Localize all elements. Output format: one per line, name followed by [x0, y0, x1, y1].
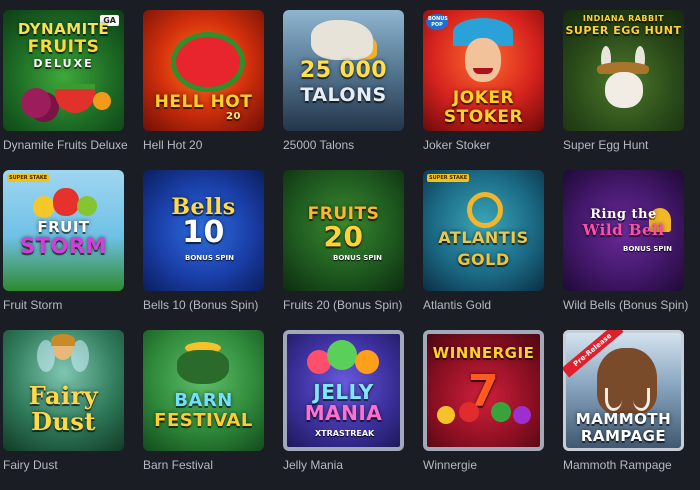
- game-art-title: BARN: [174, 390, 233, 411]
- fairy-icon: [37, 334, 89, 384]
- jelly-icon: [307, 340, 381, 378]
- game-tile[interactable]: SUPER STAKE ATLANTIS GOLD Atlantis Gold: [423, 170, 546, 312]
- game-art-subtitle: Wild Bell: [582, 221, 665, 239]
- feature-badge: SUPER STAKE: [7, 174, 50, 182]
- game-tile[interactable]: BONUS POP JOKER STOKER Joker Stoker: [423, 10, 546, 152]
- feature-badge: SUPER STAKE: [427, 174, 470, 182]
- game-art-subtitle: SUPER EGG HUNT: [565, 24, 682, 37]
- watermelon-icon: [171, 32, 245, 92]
- game-title[interactable]: Fairy Dust: [3, 458, 126, 472]
- game-tile[interactable]: Pre-Release MAMMOTH RAMPAGE Mammoth Ramp…: [563, 330, 686, 472]
- game-art-subtitle: STORM: [20, 234, 107, 258]
- fruits-icon: [437, 400, 531, 428]
- ring-icon: [467, 192, 503, 228]
- game-thumbnail[interactable]: Bells 10 BONUS SPIN: [143, 170, 264, 291]
- game-title[interactable]: Barn Festival: [143, 458, 266, 472]
- bonus-spin-label: BONUS SPIN: [185, 254, 234, 262]
- game-title[interactable]: Super Egg Hunt: [563, 138, 686, 152]
- game-art-title: WINNERGIE: [432, 344, 535, 362]
- game-title[interactable]: Hell Hot 20: [143, 138, 266, 152]
- game-art-title: HELL HOT: [154, 92, 253, 112]
- bonus-spin-label: BONUS SPIN: [623, 245, 672, 253]
- game-grid: GA DYNAMITE FRUITS DELUXE Dynamite Fruit…: [0, 0, 700, 490]
- game-title[interactable]: Bells 10 (Bonus Spin): [143, 298, 266, 312]
- fruits-icon: [13, 78, 113, 123]
- game-art-subtitle: DELUXE: [33, 57, 94, 70]
- game-tile[interactable]: 25 000 TALONS 25000 Talons: [283, 10, 406, 152]
- game-tile[interactable]: INDIANA RABBIT SUPER EGG HUNT Super Egg …: [563, 10, 686, 152]
- game-tile[interactable]: SUPER STAKE FRUIT STORM Fruit Storm: [3, 170, 126, 312]
- game-art-title: 25 000: [299, 58, 388, 83]
- game-title[interactable]: Fruits 20 (Bonus Spin): [283, 298, 406, 312]
- game-thumbnail[interactable]: 25 000 TALONS: [283, 10, 404, 131]
- game-art-title: INDIANA RABBIT: [582, 14, 665, 23]
- game-tile[interactable]: FRUITS 20 BONUS SPIN Fruits 20 (Bonus Sp…: [283, 170, 406, 312]
- xtrastreak-label: XTRASTREAK: [315, 429, 375, 438]
- game-thumbnail[interactable]: BONUS POP JOKER STOKER: [423, 10, 544, 131]
- game-art-subtitle: 10: [182, 215, 225, 250]
- game-thumbnail[interactable]: FRUITS 20 BONUS SPIN: [283, 170, 404, 291]
- game-tile[interactable]: BARN FESTIVAL Barn Festival: [143, 330, 266, 472]
- game-tile[interactable]: HELL HOT 20 Hell Hot 20: [143, 10, 266, 152]
- game-art-title: Ring the: [590, 207, 657, 222]
- rabbit-icon: [595, 46, 653, 124]
- game-thumbnail[interactable]: SUPER STAKE ATLANTIS GOLD: [423, 170, 544, 291]
- game-tile[interactable]: Bells 10 BONUS SPIN Bells 10 (Bonus Spin…: [143, 170, 266, 312]
- game-art-title: FRUIT: [37, 218, 90, 236]
- game-tile[interactable]: GA DYNAMITE FRUITS DELUXE Dynamite Fruit…: [3, 10, 128, 152]
- game-tile[interactable]: Ring the Wild Bell BONUS SPIN Wild Bells…: [563, 170, 688, 312]
- game-title[interactable]: Fruit Storm: [3, 298, 126, 312]
- game-tile[interactable]: WINNERGIE 7 Winnergie: [423, 330, 546, 472]
- game-title[interactable]: Winnergie: [423, 458, 546, 472]
- game-art-title: DYNAMITE: [17, 20, 110, 38]
- game-tile[interactable]: JELLY MANIA XTRASTREAK Jelly Mania: [283, 330, 406, 472]
- game-art-subtitle: Dust: [31, 407, 96, 436]
- game-art-subtitle: MANIA: [304, 401, 383, 425]
- game-art-subtitle: GOLD: [457, 250, 510, 269]
- game-art-subtitle: FESTIVAL: [154, 410, 253, 431]
- feature-badge: BONUS POP: [426, 14, 448, 30]
- game-art-subtitle: 20: [226, 111, 241, 122]
- bonus-spin-label: BONUS SPIN: [333, 254, 382, 262]
- game-thumbnail[interactable]: INDIANA RABBIT SUPER EGG HUNT: [563, 10, 684, 131]
- game-thumbnail[interactable]: BARN FESTIVAL: [143, 330, 264, 451]
- joker-icon: [453, 18, 513, 88]
- fruits-icon: [33, 188, 97, 220]
- game-art-subtitle: TALONS: [300, 84, 387, 106]
- game-art-subtitle: 20: [323, 220, 364, 253]
- game-art-subtitle: RAMPAGE: [580, 427, 667, 445]
- game-title[interactable]: Dynamite Fruits Deluxe: [3, 138, 128, 152]
- game-title[interactable]: Atlantis Gold: [423, 298, 546, 312]
- eagle-icon: [311, 20, 373, 60]
- game-art-title: FRUITS: [27, 37, 100, 57]
- game-thumbnail[interactable]: Fairy Dust: [3, 330, 124, 451]
- game-thumbnail[interactable]: HELL HOT 20: [143, 10, 264, 131]
- game-art-title: JELLY: [313, 380, 374, 404]
- game-thumbnail[interactable]: JELLY MANIA XTRASTREAK: [283, 330, 404, 451]
- game-thumbnail[interactable]: WINNERGIE 7: [423, 330, 544, 451]
- game-tile[interactable]: Fairy Dust Fairy Dust: [3, 330, 126, 472]
- game-title[interactable]: Jelly Mania: [283, 458, 406, 472]
- game-art-title: MAMMOTH: [575, 410, 672, 428]
- game-art-title: JOKER: [452, 88, 515, 108]
- game-art-title: ATLANTIS: [438, 228, 529, 247]
- game-title[interactable]: Wild Bells (Bonus Spin): [563, 298, 688, 312]
- game-art-title: Fairy: [28, 381, 99, 410]
- game-art-subtitle: STOKER: [443, 107, 524, 127]
- game-thumbnail[interactable]: SUPER STAKE FRUIT STORM: [3, 170, 124, 291]
- game-title[interactable]: 25000 Talons: [283, 138, 406, 152]
- game-thumbnail[interactable]: Ring the Wild Bell BONUS SPIN: [563, 170, 684, 291]
- pot-of-gold-icon: [175, 342, 231, 386]
- mammoth-icon: [597, 348, 657, 414]
- game-thumbnail[interactable]: Pre-Release MAMMOTH RAMPAGE: [563, 330, 684, 451]
- game-thumbnail[interactable]: GA DYNAMITE FRUITS DELUXE: [3, 10, 124, 131]
- game-title[interactable]: Joker Stoker: [423, 138, 546, 152]
- game-title[interactable]: Mammoth Rampage: [563, 458, 686, 472]
